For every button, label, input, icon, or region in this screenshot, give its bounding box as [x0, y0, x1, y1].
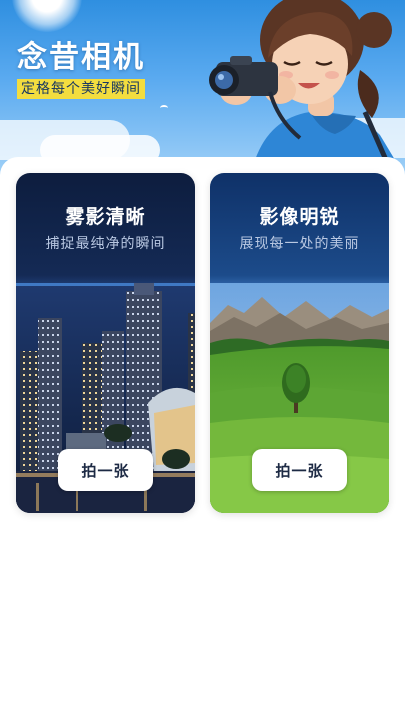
- app-title: 念昔相机: [17, 40, 145, 75]
- take-photo-button[interactable]: 拍一张: [252, 449, 347, 491]
- mode-card-sharpness[interactable]: 影像明锐 展现每一处的美丽 拍一张: [210, 173, 389, 513]
- content-sheet: 雾影清晰 捕捉最纯净的瞬间 拍一张 影像明锐 展现每一处的美丽 拍一张: [0, 157, 405, 720]
- hero-banner: 念昔相机 定格每个美好瞬间: [0, 0, 405, 175]
- take-photo-button[interactable]: 拍一张: [58, 449, 153, 491]
- card-subtitle: 捕捉最纯净的瞬间: [45, 236, 166, 252]
- card-title: 影像明锐: [259, 206, 340, 228]
- slogan-tagline: 定格每个美好瞬间: [17, 79, 145, 99]
- card-subtitle: 展现每一处的美丽: [239, 236, 360, 252]
- card-title: 雾影清晰: [65, 206, 146, 228]
- sun-glare: [12, 0, 82, 32]
- mode-card-clarity[interactable]: 雾影清晰 捕捉最纯净的瞬间 拍一张: [16, 173, 195, 513]
- photographer-illustration: [209, 0, 395, 160]
